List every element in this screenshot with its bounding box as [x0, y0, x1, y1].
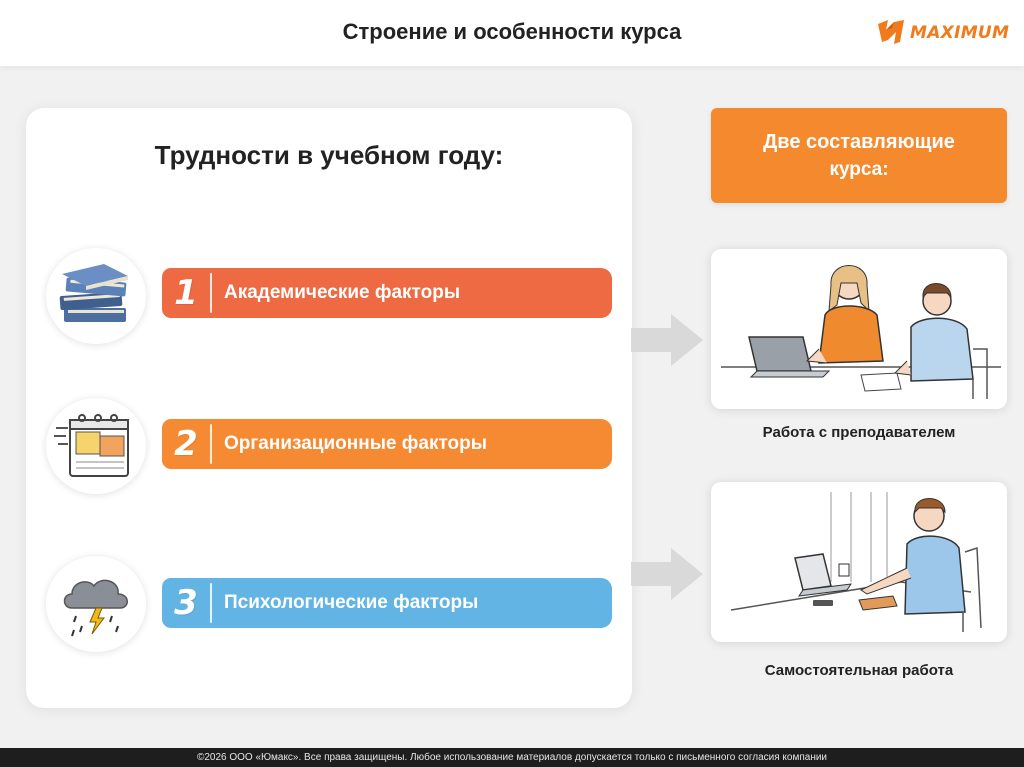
divider — [210, 424, 212, 464]
factor-bar-academic: 1 Академические факторы — [162, 268, 612, 318]
factor-number: 1 — [174, 273, 198, 313]
divider — [210, 273, 212, 313]
arrow-right-icon — [631, 314, 703, 366]
self-study-illustration — [711, 482, 1007, 642]
factor-bar-organizational: 2 Организационные факторы — [162, 419, 612, 469]
course-title-line2: курса: — [829, 158, 889, 180]
factor-number: 2 — [174, 424, 198, 464]
caption-self-study: Самостоятельная работа — [764, 662, 954, 679]
calendar-icon — [46, 398, 146, 494]
divider — [210, 583, 212, 623]
factor-number: 3 — [174, 583, 198, 623]
arrow-right-icon — [631, 548, 703, 600]
course-title-line1: Две составляющие — [763, 130, 955, 153]
header: Строение и особенности курса MAXIMUM — [0, 0, 1024, 66]
caption-teacher-work: Работа с преподавателем — [762, 424, 956, 441]
factor-label: Академические факторы — [224, 282, 461, 303]
page-title: Строение и особенности курса — [342, 19, 682, 44]
factor-bar-psychological: 3 Психологические факторы — [162, 578, 612, 628]
difficulties-title: Трудности в учебном году: — [154, 140, 504, 170]
course-components-box: Две составляющие курса: — [711, 108, 1007, 203]
factor-label: Организационные факторы — [224, 433, 487, 454]
teacher-and-student-illustration — [711, 249, 1007, 409]
books-icon — [46, 248, 146, 344]
factor-label: Психологические факторы — [224, 592, 479, 613]
logo-mark-icon — [878, 20, 904, 44]
storm-cloud-icon — [46, 556, 146, 652]
logo-text: MAXIMUM — [910, 23, 1010, 43]
maximum-logo: MAXIMUM — [874, 14, 1020, 52]
copyright-footer: ©2026 ООО «Юмакс». Все права защищены. Л… — [0, 748, 1024, 767]
